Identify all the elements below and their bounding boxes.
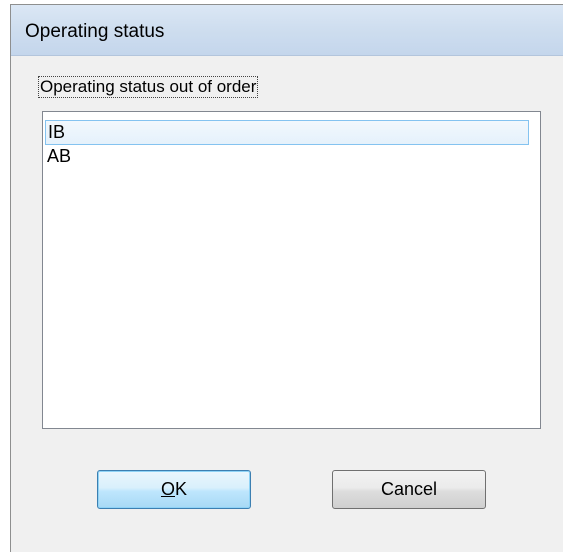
list-item-ib[interactable]: IB <box>45 120 529 145</box>
dialog-title: Operating status <box>25 21 165 42</box>
list-item-ab[interactable]: AB <box>45 145 529 170</box>
dialog-title-bar[interactable]: Operating status <box>11 5 563 56</box>
operating-status-dialog: Operating status Operating status out of… <box>10 4 563 552</box>
cancel-button-label: Cancel <box>380 479 438 499</box>
operating-status-listbox[interactable]: IB AB <box>42 111 541 429</box>
operating-status-list-label: Operating status out of order <box>38 76 259 98</box>
list-item-label: AB <box>47 146 72 166</box>
cancel-button[interactable]: Cancel <box>332 470 486 509</box>
list-item-label: IB <box>48 122 66 142</box>
ok-button[interactable]: OK <box>97 470 251 509</box>
ok-button-label-rest: K <box>175 479 188 499</box>
ok-button-accelerator: O <box>160 479 175 499</box>
